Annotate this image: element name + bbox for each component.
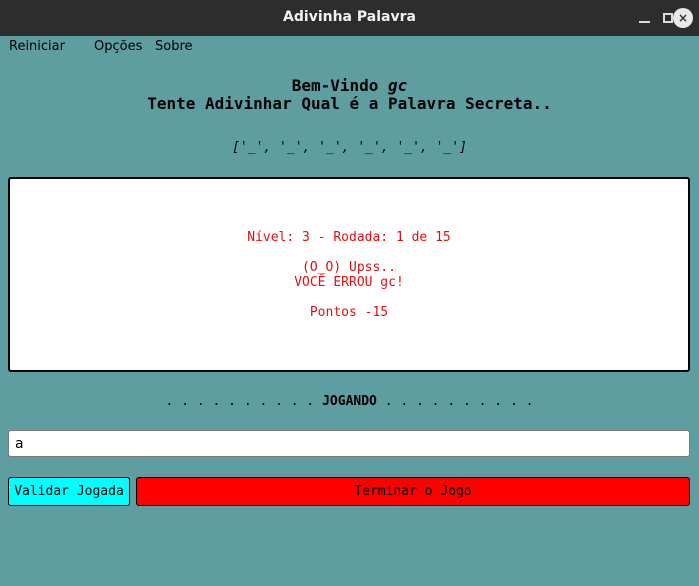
level-round-text: Nível: 3 - Rodada: 1 de 15: [247, 230, 451, 245]
maximize-icon: [663, 13, 673, 23]
close-icon: ×: [677, 11, 689, 25]
status-dots-right: . . . . . . . . . .: [376, 394, 534, 409]
status-dots-left: . . . . . . . . . .: [165, 394, 323, 409]
welcome-prefix: Bem-Vindo: [291, 76, 389, 95]
menu-reiniciar[interactable]: Reiniciar: [9, 39, 65, 54]
message-panel: Nível: 3 - Rodada: 1 de 15 (O_O) Upss.. …: [8, 177, 690, 372]
minimize-icon: [639, 21, 650, 23]
reaction-text: (O_O) Upss..: [302, 260, 396, 275]
window-title: Adivinha Palavra: [283, 9, 416, 25]
status-label: JOGANDO: [322, 394, 377, 409]
menu-sobre[interactable]: Sobre: [155, 39, 193, 54]
player-name: gc: [388, 76, 408, 95]
menu-bar: Reiniciar Opções Sobre: [0, 36, 699, 58]
close-button[interactable]: ×: [673, 8, 693, 28]
secret-word-display: ['_', '_', '_', '_', '_', '_']: [232, 140, 467, 155]
game-status: . . . . . . . . . . JOGANDO . . . . . . …: [0, 394, 699, 409]
welcome-heading: Bem-Vindo gc: [0, 76, 699, 95]
end-game-button[interactable]: Terminar o Jogo: [136, 477, 690, 506]
title-bar: Adivinha Palavra ×: [0, 0, 699, 36]
game-subtitle: Tente Adivinhar Qual é a Palavra Secreta…: [147, 94, 552, 113]
guess-input[interactable]: [8, 430, 690, 457]
points-text: Pontos -15: [309, 305, 389, 320]
minimize-button[interactable]: [634, 7, 656, 29]
result-text: VOCÊ ERROU gc!: [294, 275, 404, 290]
menu-opcoes[interactable]: Opções: [94, 39, 142, 54]
validate-move-button[interactable]: Validar Jogada: [8, 477, 130, 506]
